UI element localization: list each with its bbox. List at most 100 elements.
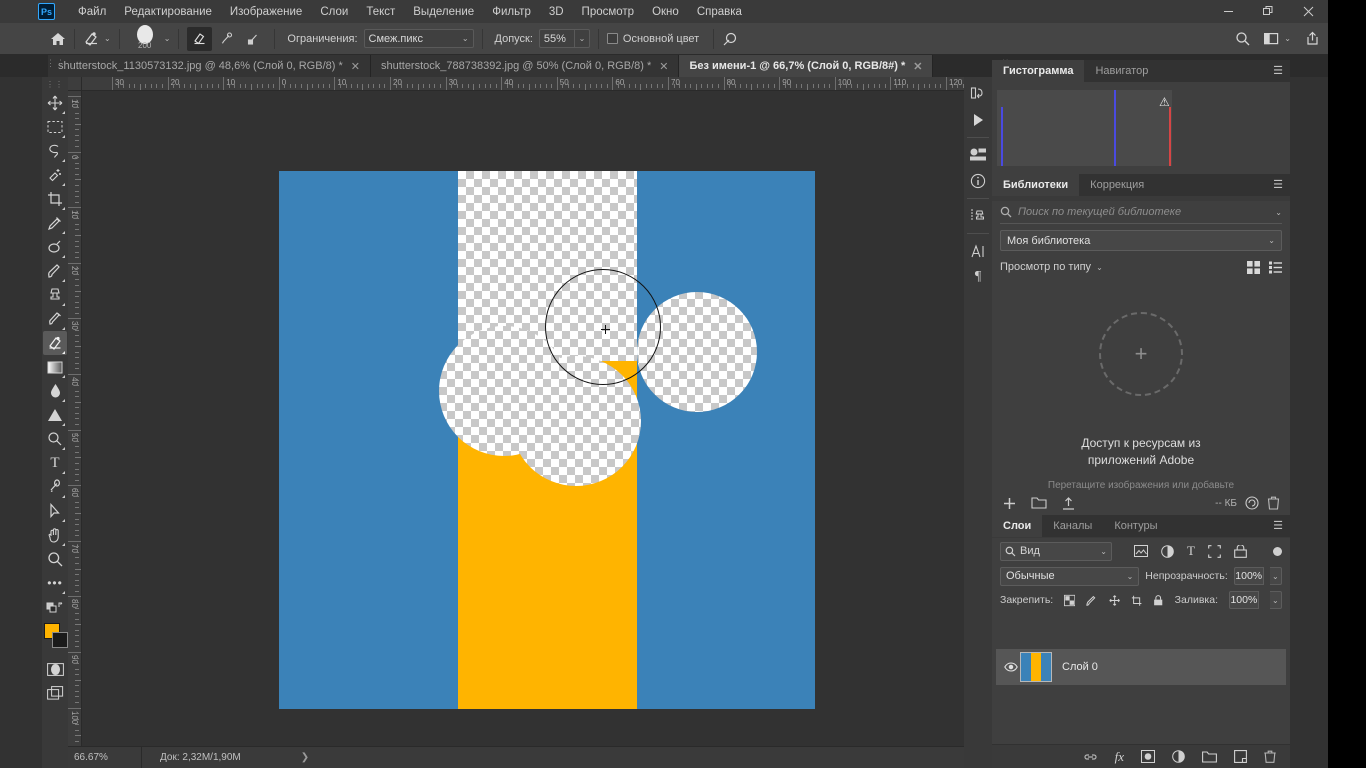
lock-transparent-icon[interactable] <box>1064 594 1076 607</box>
menu-item-edit[interactable]: Редактирование <box>115 3 221 21</box>
eraser-tool[interactable] <box>43 331 67 355</box>
color-swatches[interactable] <box>42 623 68 651</box>
tab-layers[interactable]: Слои <box>992 515 1043 537</box>
minimize-button[interactable] <box>1208 0 1248 23</box>
eraser-mode-block[interactable] <box>241 27 266 51</box>
delete-layer-icon[interactable] <box>1264 750 1276 763</box>
path-selection-tool[interactable] <box>43 475 67 499</box>
menu-item-3d[interactable]: 3D <box>540 3 573 21</box>
shape-filter-icon[interactable] <box>1208 544 1221 558</box>
smart-object-filter-icon[interactable] <box>1234 544 1247 558</box>
horizontal-type-tool[interactable]: T <box>43 451 67 475</box>
info-panel-icon[interactable] <box>965 168 991 194</box>
adjustment-layer-icon[interactable] <box>1172 750 1185 763</box>
lock-image-icon[interactable] <box>1086 594 1097 607</box>
history-brush-tool[interactable] <box>43 307 67 331</box>
layer-filter-select[interactable]: Вид ⌄ <box>1000 541 1112 561</box>
histogram-panel-menu-icon[interactable]: ☰ <box>1273 66 1283 77</box>
share-icon[interactable] <box>1305 31 1320 46</box>
fill-value[interactable]: 100% <box>1229 591 1259 609</box>
blend-mode-select[interactable]: Обычные ⌄ <box>1000 566 1140 586</box>
folder-icon[interactable] <box>1031 496 1047 510</box>
libraries-panel-menu-icon[interactable]: ☰ <box>1273 180 1283 191</box>
histogram-body[interactable]: ⚠ <box>992 82 1290 174</box>
menu-item-image[interactable]: Изображение <box>221 3 311 21</box>
eraser-mode-brush[interactable] <box>187 26 213 51</box>
add-asset-circle[interactable]: + <box>1099 312 1183 396</box>
menu-item-text[interactable]: Текст <box>357 3 404 21</box>
menu-item-window[interactable]: Окно <box>643 3 688 21</box>
layer-name[interactable]: Слой 0 <box>1062 661 1098 673</box>
grid-view-icon[interactable] <box>1247 260 1260 274</box>
tab-adjustments[interactable]: Коррекция <box>1079 174 1156 196</box>
adjustments-panel-icon[interactable] <box>965 142 991 168</box>
layers-panel-menu-icon[interactable]: ☰ <box>1273 521 1283 532</box>
dodge-tool[interactable] <box>43 403 67 427</box>
lasso-tool[interactable] <box>43 139 67 163</box>
library-search-chevron-down-icon[interactable]: ⌄ <box>1275 208 1282 217</box>
tab-libraries[interactable]: Библиотеки <box>992 174 1080 196</box>
spot-healing-brush-tool[interactable] <box>43 235 67 259</box>
paragraph-panel-icon[interactable]: ¶ <box>965 264 991 290</box>
move-tool[interactable] <box>43 91 67 115</box>
filter-toggle[interactable] <box>1273 546 1282 556</box>
pixel-filter-icon[interactable] <box>1134 545 1148 557</box>
direct-selection-tool[interactable] <box>43 499 67 523</box>
home-icon[interactable] <box>50 31 66 47</box>
menu-item-help[interactable]: Справка <box>688 3 751 21</box>
status-expand-icon[interactable]: ❯ <box>301 752 309 763</box>
tab-paths[interactable]: Контуры <box>1103 515 1169 537</box>
quick-mask-icon[interactable] <box>43 657 67 681</box>
quick-selection-tool[interactable] <box>43 163 67 187</box>
more-tools-icon[interactable]: ••• <box>43 571 67 595</box>
document-tab-1[interactable]: shutterstock_1130573132.jpg @ 48,6% (Сло… <box>48 55 371 77</box>
screen-mode-icon[interactable] <box>43 681 67 705</box>
eraser-mode-pencil[interactable] <box>214 27 239 51</box>
close-button[interactable] <box>1288 0 1328 23</box>
warning-icon[interactable]: ⚠ <box>1159 95 1170 109</box>
add-icon[interactable] <box>1002 496 1017 511</box>
table-row[interactable]: Слой 0 <box>996 649 1286 685</box>
artboard[interactable] <box>279 171 815 709</box>
eyedropper-tool[interactable] <box>43 211 67 235</box>
menu-item-file[interactable]: Файл <box>69 3 115 21</box>
document-window[interactable] <box>82 91 992 746</box>
history-panel-icon[interactable] <box>965 81 991 107</box>
clone-source-panel-icon[interactable] <box>965 203 991 229</box>
upload-icon[interactable] <box>1061 496 1076 511</box>
library-drop-zone[interactable]: + <box>992 279 1290 429</box>
trash-icon[interactable] <box>1267 496 1280 510</box>
foreground-color-checkbox[interactable] <box>606 33 618 44</box>
document-tab-1-close-icon[interactable]: ✕ <box>351 60 360 73</box>
library-view-label[interactable]: Просмотр по типу <box>1000 261 1091 273</box>
zoom-tool[interactable] <box>43 547 67 571</box>
tab-histogram[interactable]: Гистограмма <box>992 60 1085 82</box>
list-view-icon[interactable] <box>1269 261 1282 274</box>
brush-tool[interactable] <box>43 259 67 283</box>
limits-select[interactable]: Смеж.пикс ⌄ <box>363 29 474 48</box>
adjustment-filter-icon[interactable] <box>1161 544 1174 558</box>
brush-size-preview[interactable]: 200 <box>130 25 160 50</box>
restore-button[interactable] <box>1248 0 1288 23</box>
tab-navigator[interactable]: Навигатор <box>1084 60 1160 82</box>
character-panel-icon[interactable] <box>965 238 991 264</box>
gradient-tool[interactable] <box>43 355 67 379</box>
menu-item-layers[interactable]: Слои <box>311 3 357 21</box>
clone-stamp-tool[interactable] <box>43 283 67 307</box>
opacity-value[interactable]: 100% <box>1233 567 1264 585</box>
fill-chevron-down-icon[interactable]: ⌄ <box>1269 591 1283 609</box>
document-tab-3-close-icon[interactable]: ✕ <box>913 60 922 73</box>
search-icon[interactable] <box>1235 31 1250 46</box>
tolerance-input[interactable]: 55% <box>538 29 575 48</box>
zoom-level[interactable]: 66.67% <box>68 747 142 768</box>
new-layer-icon[interactable] <box>1234 750 1247 763</box>
document-tab-2[interactable]: shutterstock_788738392.jpg @ 50% (Слой 0… <box>370 55 680 77</box>
workspace-icon[interactable]: ⌄ <box>1264 32 1291 46</box>
tolerance-chevron-down-icon[interactable]: ⌄ <box>574 29 590 48</box>
sync-icon[interactable] <box>1245 496 1259 510</box>
library-search-row[interactable]: Поиск по текущей библиотеке ⌄ <box>1000 201 1282 224</box>
lock-all-icon[interactable] <box>1153 594 1163 607</box>
layer-mask-icon[interactable] <box>1141 750 1155 763</box>
hand-tool[interactable] <box>43 523 67 547</box>
menu-item-select[interactable]: Выделение <box>404 3 483 21</box>
